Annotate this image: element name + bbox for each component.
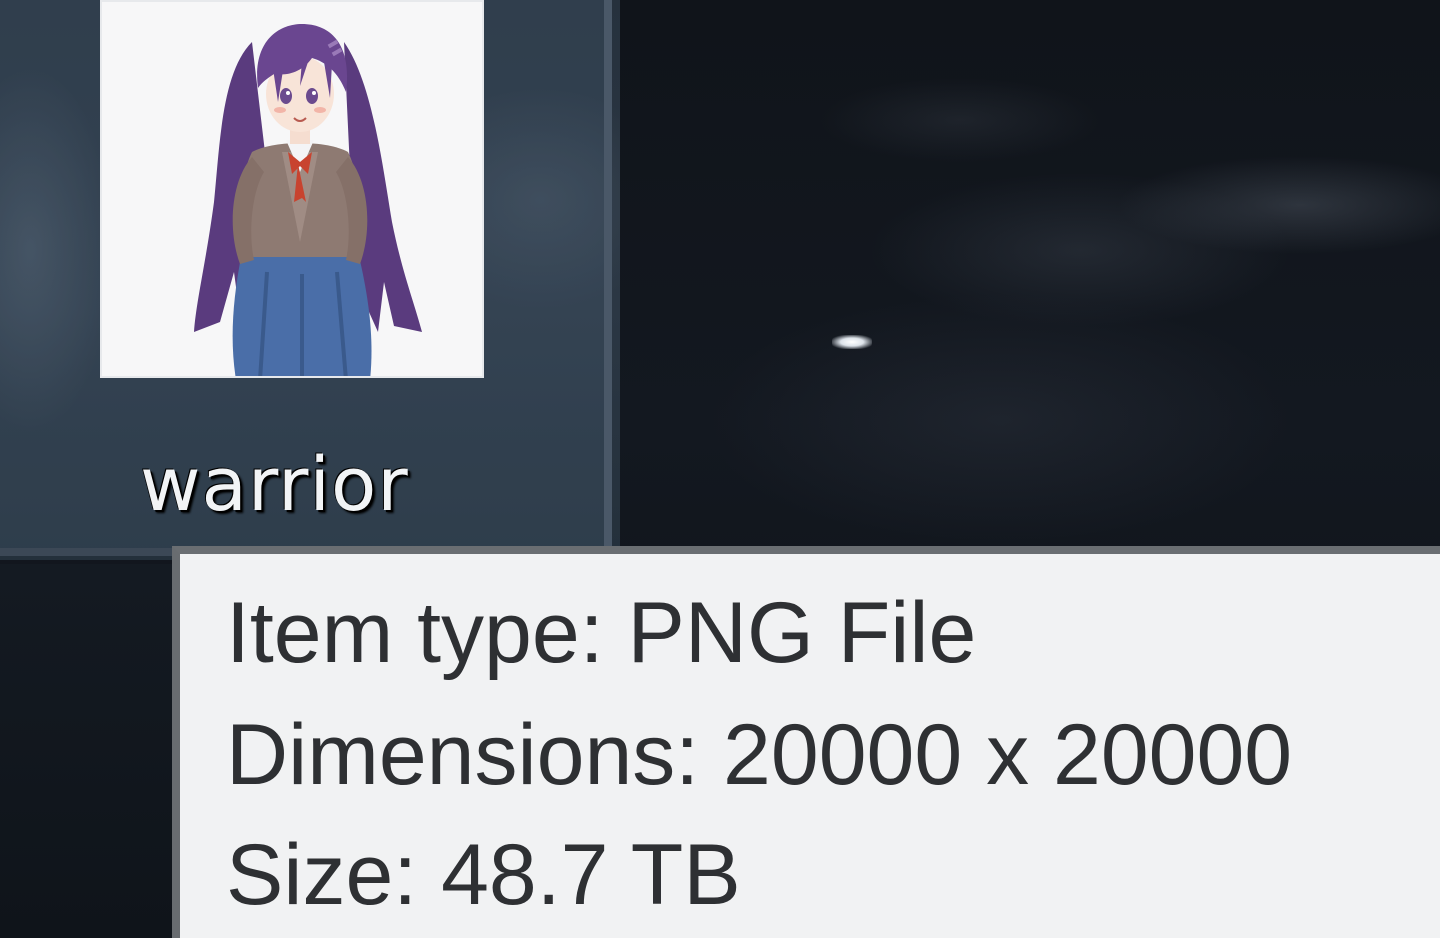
- desktop-empty-area: [0, 564, 172, 938]
- file-thumbnail[interactable]: [100, 0, 484, 378]
- tooltip-dimensions: Dimensions: 20000 x 20000: [226, 707, 1293, 803]
- desktop-background: warrior Item type: PNG File Dimensions: …: [0, 0, 1440, 938]
- tooltip-item-type: Item type: PNG File: [226, 585, 977, 681]
- tooltip-size: Size: 48.7 TB: [226, 827, 741, 923]
- file-info-tooltip: Item type: PNG File Dimensions: 20000 x …: [172, 546, 1440, 938]
- character-image-icon: [194, 24, 422, 376]
- wallpaper-light-spot: [832, 335, 872, 349]
- file-name-label[interactable]: warrior: [140, 448, 409, 522]
- desktop-file-icon[interactable]: warrior: [100, 0, 484, 540]
